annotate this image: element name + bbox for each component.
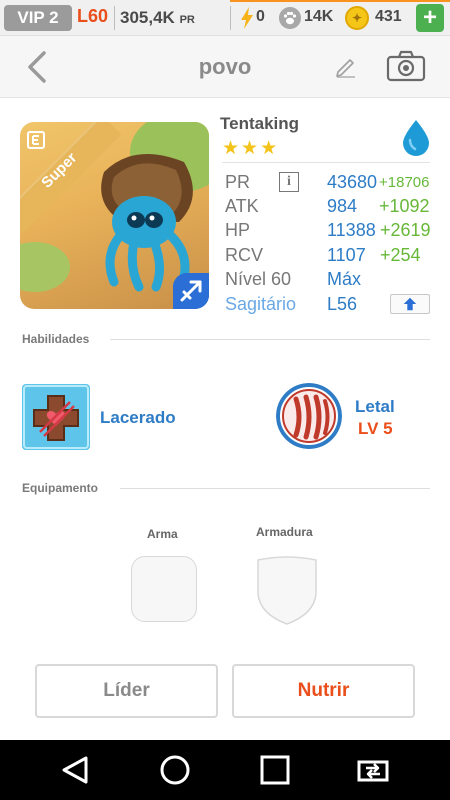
lightning-icon <box>241 7 253 29</box>
player-level: L60 <box>77 6 109 26</box>
stat-rcv-bonus: +254 <box>380 245 421 265</box>
paw-icon <box>279 7 301 29</box>
upgrade-arrow-icon[interactable] <box>390 294 430 314</box>
stat-rcv-value: 1107 <box>327 245 366 265</box>
star-rating: ★★★ <box>222 138 280 159</box>
card-background <box>20 242 70 292</box>
status-bar: VIP 2 L60 305,4K PR 0 14K ✦ 431 + <box>0 0 450 36</box>
switch-app-icon[interactable] <box>356 754 390 786</box>
player-pr-suffix: PR <box>179 14 195 26</box>
stat-atk-bonus: +1092 <box>379 196 430 216</box>
weapon-label: Arma <box>147 527 178 541</box>
stat-hp-value: 11388 <box>327 220 376 240</box>
recents-square-icon[interactable] <box>258 754 292 786</box>
leader-skill-name: Letal <box>355 397 395 416</box>
water-element-icon <box>403 120 429 156</box>
stat-pr-value: 43680 <box>327 172 378 192</box>
element-icon <box>27 131 45 149</box>
coin-icon: ✦ <box>345 6 369 30</box>
player-pr-value: 305,4K <box>120 8 175 27</box>
stat-pr-bonus: +18706 <box>379 174 430 191</box>
divider <box>230 6 231 30</box>
stat-hp-label: HP <box>225 220 251 240</box>
active-skill-name: Lacerado <box>100 408 176 427</box>
leader-skill-icon[interactable] <box>276 383 342 449</box>
level-label: Nível 60 <box>225 269 292 289</box>
vip-badge[interactable]: VIP 2 <box>4 5 72 31</box>
sagittarius-icon <box>173 273 209 309</box>
divider <box>222 162 430 163</box>
stat-atk-value: 984 <box>327 196 358 216</box>
paw-count: 14K <box>304 8 334 25</box>
page-title: povo <box>198 54 252 79</box>
feed-button[interactable]: Nutrir <box>232 664 415 718</box>
armor-slot[interactable] <box>254 556 320 626</box>
skills-heading: Habilidades <box>22 332 90 346</box>
player-pr: 305,4K PR <box>120 8 195 28</box>
weapon-slot[interactable] <box>131 556 197 622</box>
leader-button[interactable]: Líder <box>35 664 218 718</box>
armor-label: Armadura <box>256 525 313 539</box>
monster-name: Tentaking <box>220 114 300 133</box>
camera-icon[interactable] <box>386 50 426 82</box>
divider <box>110 339 430 340</box>
laceration-skill-icon[interactable] <box>22 384 90 450</box>
sign-level: L56 <box>327 294 358 314</box>
title-bar: povo <box>0 36 450 98</box>
equipment-heading: Equipamento <box>22 481 99 495</box>
back-triangle-icon[interactable] <box>58 754 92 786</box>
system-nav-bar <box>0 740 450 800</box>
sign-label: Sagitário <box>225 294 297 314</box>
divider <box>114 6 115 30</box>
energy-count: 0 <box>256 8 265 25</box>
monster-card[interactable]: Super <box>20 122 209 309</box>
stat-hp-bonus: +2619 <box>380 220 431 240</box>
leader-skill-level: LV 5 <box>358 419 393 438</box>
stat-rcv-label: RCV <box>225 245 264 265</box>
stat-pr-label: PR <box>225 172 251 192</box>
stat-atk-label: ATK <box>225 196 259 216</box>
coin-count: 431 <box>375 8 402 25</box>
home-circle-icon[interactable] <box>158 754 192 786</box>
info-icon[interactable]: i <box>279 172 299 192</box>
level-value: Máx <box>327 269 362 289</box>
add-coins-button[interactable]: + <box>416 4 444 32</box>
pencil-icon[interactable] <box>334 54 358 78</box>
divider <box>120 488 430 489</box>
monster-image <box>101 154 193 292</box>
accent-line <box>230 0 450 2</box>
